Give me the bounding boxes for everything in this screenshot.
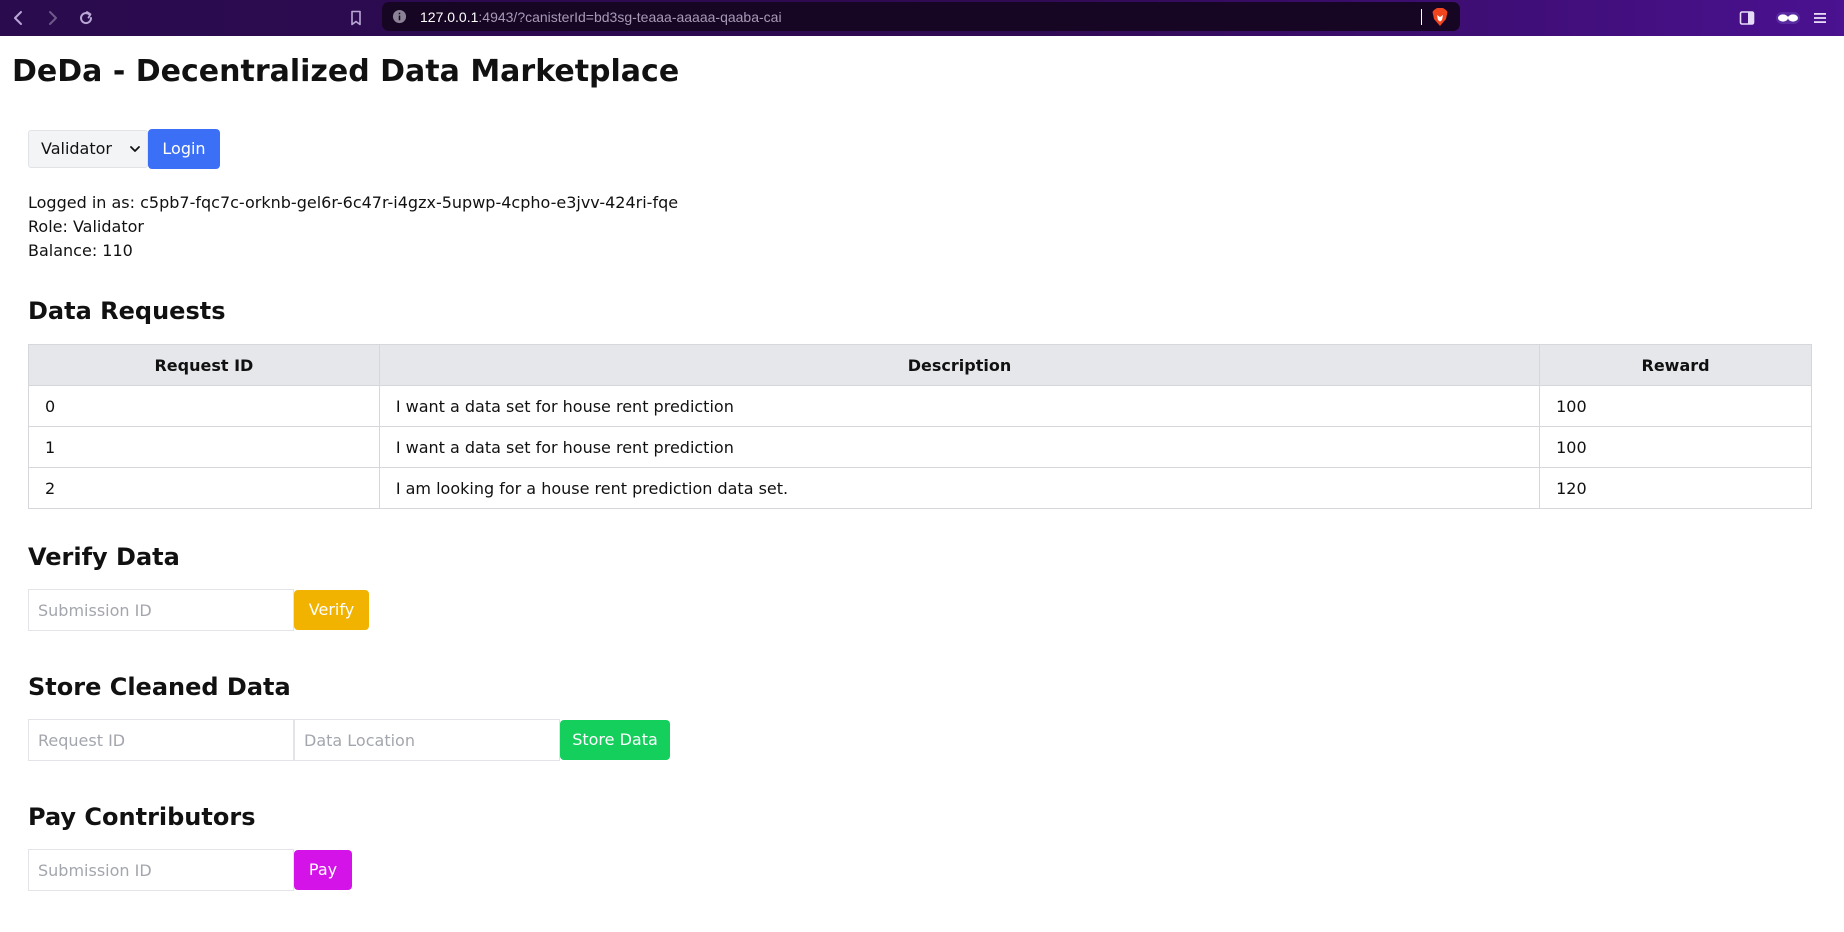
verify-data-title: Verify Data xyxy=(28,543,180,571)
url-separator xyxy=(1421,9,1422,25)
table-row: 0 I want a data set for house rent predi… xyxy=(28,385,1812,427)
role-text: Role: Validator xyxy=(28,217,144,236)
private-glasses-icon[interactable] xyxy=(1772,6,1804,30)
brave-shields-icon[interactable] xyxy=(1431,7,1449,27)
header-description: Description xyxy=(378,344,1541,386)
cell-reward: 100 xyxy=(1539,426,1812,468)
login-button[interactable]: Login xyxy=(148,129,220,169)
store-cleaned-data-title: Store Cleaned Data xyxy=(28,673,291,701)
cell-description: I am looking for a house rent prediction… xyxy=(378,467,1541,509)
verify-submission-id-input[interactable] xyxy=(28,589,294,631)
role-select-value: Validator xyxy=(41,139,112,158)
page-title: DeDa - Decentralized Data Marketplace xyxy=(12,54,680,89)
cell-description: I want a data set for house rent predict… xyxy=(378,385,1541,427)
url-host: 127.0.0.1 xyxy=(420,9,479,25)
data-requests-title: Data Requests xyxy=(28,297,226,325)
header-reward: Reward xyxy=(1539,344,1812,386)
store-data-button[interactable]: Store Data xyxy=(560,720,670,760)
balance-text: Balance: 110 xyxy=(28,241,133,260)
pay-button[interactable]: Pay xyxy=(294,850,352,890)
bookmark-icon[interactable] xyxy=(344,6,368,30)
data-location-input[interactable] xyxy=(294,719,560,761)
table-row: 1 I want a data set for house rent predi… xyxy=(28,426,1812,468)
url-text: 127.0.0.1:4943/?canisterId=bd3sg-teaaa-a… xyxy=(420,8,782,26)
table-header-row: Request ID Description Reward xyxy=(28,344,1812,386)
address-bar[interactable]: 127.0.0.1:4943/?canisterId=bd3sg-teaaa-a… xyxy=(382,2,1460,31)
url-path: :4943/?canisterId=bd3sg-teaaa-aaaaa-qaab… xyxy=(478,9,782,25)
menu-icon[interactable] xyxy=(1808,6,1832,30)
pay-submission-id-input[interactable] xyxy=(28,849,294,891)
cell-request-id: 0 xyxy=(28,385,380,427)
data-requests-table: Request ID Description Reward 0 I want a… xyxy=(28,344,1812,509)
role-select[interactable]: Validator xyxy=(28,130,148,168)
header-request-id: Request ID xyxy=(28,344,380,386)
site-info-icon[interactable] xyxy=(392,9,407,24)
back-icon[interactable] xyxy=(7,6,31,30)
table-row: 2 I am looking for a house rent predicti… xyxy=(28,467,1812,509)
pay-contributors-title: Pay Contributors xyxy=(28,803,256,831)
verify-button[interactable]: Verify xyxy=(294,590,369,630)
reload-icon[interactable] xyxy=(74,6,98,30)
cell-description: I want a data set for house rent predict… xyxy=(378,426,1541,468)
chevron-down-icon xyxy=(130,146,140,152)
cell-reward: 120 xyxy=(1539,467,1812,509)
cell-request-id: 2 xyxy=(28,467,380,509)
browser-toolbar: 127.0.0.1:4943/?canisterId=bd3sg-teaaa-a… xyxy=(0,0,1844,36)
logged-in-as: Logged in as: c5pb7-fqc7c-orknb-gel6r-6c… xyxy=(28,193,679,212)
forward-icon[interactable] xyxy=(40,6,64,30)
cell-reward: 100 xyxy=(1539,385,1812,427)
cell-request-id: 1 xyxy=(28,426,380,468)
sidebar-icon[interactable] xyxy=(1735,6,1759,30)
store-request-id-input[interactable] xyxy=(28,719,294,761)
